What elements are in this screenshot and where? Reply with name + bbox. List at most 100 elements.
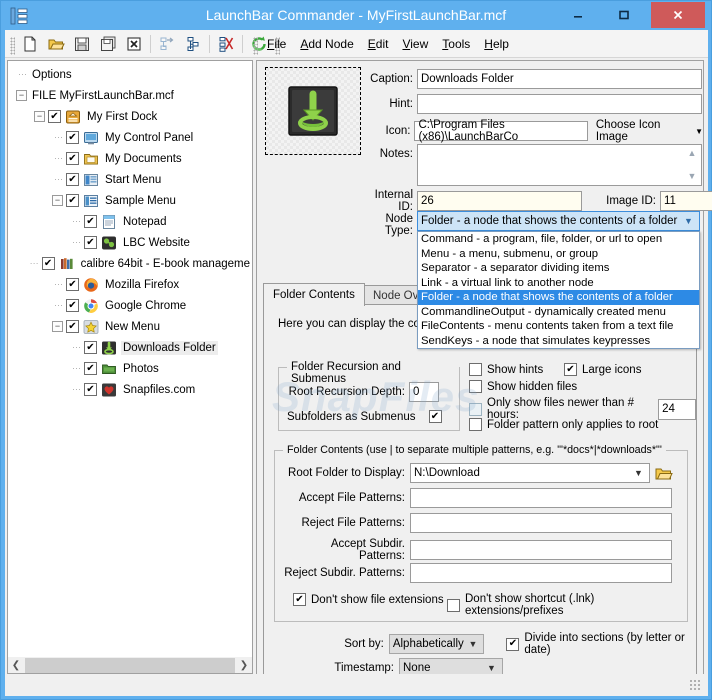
menu-view[interactable]: View <box>395 33 435 55</box>
tree-item-checkbox[interactable]: ✔ <box>66 173 79 186</box>
subfolders-as-submenus-checkbox[interactable]: ✔ <box>428 410 442 423</box>
tree-item-notepad[interactable]: ⋯ ✔ Notepad <box>8 211 252 232</box>
tree-expander[interactable]: − <box>52 195 63 206</box>
only-newer-files-checkbox[interactable] <box>469 402 482 416</box>
root-recursion-depth-input[interactable]: 0 <box>409 382 439 402</box>
maximize-button[interactable] <box>603 2 645 28</box>
close-button[interactable] <box>651 2 705 28</box>
large-icons-checkbox[interactable]: ✔ <box>564 363 577 376</box>
dont-show-file-extensions-checkbox[interactable]: ✔ <box>293 593 306 606</box>
tree-item-lbc-website[interactable]: ⋯ ✔ LBC Website <box>8 232 252 253</box>
tree-item-checkbox[interactable]: ✔ <box>48 110 61 123</box>
tree-item-checkbox[interactable]: ✔ <box>66 320 79 333</box>
menu-tools[interactable]: Tools <box>435 33 477 55</box>
node-type-option[interactable]: SendKeys - a node that simulates keypres… <box>418 334 699 349</box>
tree-item-calibre-64bit-e-book-manageme[interactable]: ⋯ ✔ calibre 64bit - E-book manageme <box>8 253 252 274</box>
add-sibling-node-icon[interactable] <box>181 32 205 56</box>
tree-item-checkbox[interactable]: ✔ <box>84 236 97 249</box>
chevron-down-icon[interactable]: ▼ <box>631 468 646 478</box>
close-file-icon[interactable] <box>122 32 146 56</box>
show-hints-checkbox[interactable] <box>469 363 482 376</box>
browse-folder-button[interactable] <box>654 463 674 483</box>
save-as-icon[interactable] <box>96 32 120 56</box>
scroll-up-icon[interactable]: ▲ <box>688 148 697 159</box>
tree-item-mozilla-firefox[interactable]: ⋯ ✔ Mozilla Firefox <box>8 274 252 295</box>
tree-item-checkbox[interactable]: ✔ <box>66 131 79 144</box>
node-type-combo[interactable]: Folder - a node that shows the contents … <box>417 211 700 231</box>
tree-item-checkbox[interactable]: ✔ <box>41 257 55 270</box>
node-type-option[interactable]: Separator - a separator dividing items <box>418 261 699 276</box>
accept-file-patterns-input[interactable] <box>410 488 672 508</box>
node-type-option[interactable]: CommandlineOutput - dynamically created … <box>418 305 699 320</box>
tree-item-downloads-folder[interactable]: ⋯ ✔ Downloads Folder <box>8 337 252 358</box>
scroll-left-icon[interactable]: ❮ <box>8 658 24 673</box>
icon-path-input[interactable]: C:\Program Files (x86)\LaunchBarCo <box>414 119 588 143</box>
tree-item-checkbox[interactable]: ✔ <box>84 215 97 228</box>
tree-item-checkbox[interactable]: ✔ <box>84 362 97 375</box>
new-file-icon[interactable] <box>18 32 42 56</box>
node-type-option[interactable]: Menu - a menu, submenu, or group <box>418 247 699 262</box>
icon-preview[interactable] <box>265 67 361 155</box>
node-type-option[interactable]: Folder - a node that shows the contents … <box>418 290 699 305</box>
tree-item-options[interactable]: ⋯ Options <box>8 64 252 85</box>
root-folder-combo[interactable]: N:\Download ▼ <box>410 463 650 483</box>
tree-item-photos[interactable]: ⋯ ✔ Photos <box>8 358 252 379</box>
accept-subdir-patterns-input[interactable] <box>410 540 672 560</box>
open-file-icon[interactable] <box>44 32 68 56</box>
folder-pattern-root-only-checkbox[interactable] <box>469 418 482 431</box>
menu-help[interactable]: Help <box>477 33 516 55</box>
hint-input[interactable] <box>417 94 702 114</box>
reject-subdir-patterns-input[interactable] <box>410 563 672 583</box>
notes-scrollbar[interactable]: ▲ ▼ <box>685 148 699 182</box>
node-type-dropdown-list[interactable]: Command - a program, file, folder, or ur… <box>417 231 700 349</box>
scroll-down-icon[interactable]: ▼ <box>688 171 697 182</box>
tree-item-checkbox[interactable]: ✔ <box>66 278 79 291</box>
tree-item-file-myfirstlaunchbar-mcf[interactable]: − FILE MyFirstLaunchBar.mcf <box>8 85 252 106</box>
newer-hours-input[interactable]: 24 <box>658 398 696 420</box>
delete-node-icon[interactable] <box>214 32 238 56</box>
sort-by-combo[interactable]: Alphabetically ▼ <box>388 634 485 654</box>
tree-expander[interactable]: − <box>16 90 27 101</box>
caption-input[interactable]: Downloads Folder <box>417 69 702 89</box>
tree-item-sample-menu[interactable]: − ✔ Sample Menu <box>8 190 252 211</box>
show-hidden-files-checkbox[interactable] <box>469 380 482 393</box>
save-file-icon[interactable] <box>70 32 94 56</box>
tree-item-my-documents[interactable]: ⋯ ✔ My Documents <box>8 148 252 169</box>
menubar-grip[interactable] <box>253 36 258 55</box>
chevron-down-icon[interactable]: ▼ <box>681 216 696 226</box>
add-child-node-icon[interactable] <box>155 32 179 56</box>
node-tree-panel[interactable]: ⋯ Options − FILE MyFirstLaunchBar.mcf − ✔ My F… <box>7 60 253 674</box>
menu-edit[interactable]: Edit <box>361 33 396 55</box>
tree-item-checkbox[interactable]: ✔ <box>84 383 97 396</box>
toolbar-grip[interactable] <box>10 36 15 55</box>
chevron-down-icon[interactable]: ▼ <box>695 127 703 136</box>
node-type-option[interactable]: Link - a virtual link to another node <box>418 276 699 291</box>
node-type-option[interactable]: Command - a program, file, folder, or ur… <box>418 232 699 247</box>
tree-expander[interactable]: − <box>34 111 45 122</box>
divide-into-sections-checkbox[interactable]: ✔ <box>506 637 520 651</box>
choose-icon-image-button[interactable]: Choose Icon Image ▼ <box>596 119 703 143</box>
dont-show-shortcut-ext-checkbox[interactable] <box>447 598 460 612</box>
chevron-down-icon[interactable]: ▼ <box>465 639 480 649</box>
tree-item-checkbox[interactable]: ✔ <box>84 341 97 354</box>
tree-item-start-menu[interactable]: ⋯ ✔ Start Menu <box>8 169 252 190</box>
tree-horizontal-scrollbar[interactable]: ❮ ❯ <box>7 657 253 674</box>
tree-item-checkbox[interactable]: ✔ <box>66 152 79 165</box>
menu-file[interactable]: File <box>260 33 293 55</box>
tree-item-new-menu[interactable]: − ✔ New Menu <box>8 316 252 337</box>
resize-grip[interactable] <box>689 679 701 691</box>
reject-file-patterns-input[interactable] <box>410 513 672 533</box>
tree-item-checkbox[interactable]: ✔ <box>66 194 79 207</box>
minimize-button[interactable] <box>557 2 599 28</box>
tree-expander[interactable]: − <box>52 321 63 332</box>
tree-item-snapfiles-com[interactable]: ⋯ ✔ Snapfiles.com <box>8 379 252 400</box>
menu-add-node[interactable]: Add Node <box>293 33 360 55</box>
tree-item-checkbox[interactable]: ✔ <box>66 299 79 312</box>
tree-item-google-chrome[interactable]: ⋯ ✔ Google Chrome <box>8 295 252 316</box>
tree-item-my-control-panel[interactable]: ⋯ ✔ My Control Panel <box>8 127 252 148</box>
tab-folder-contents[interactable]: Folder Contents <box>263 283 365 306</box>
notes-input[interactable]: ▲ ▼ <box>417 144 702 186</box>
chevron-down-icon[interactable]: ▼ <box>484 663 499 673</box>
node-type-option[interactable]: FileContents - menu contents taken from … <box>418 319 699 334</box>
scroll-right-icon[interactable]: ❯ <box>236 658 252 673</box>
